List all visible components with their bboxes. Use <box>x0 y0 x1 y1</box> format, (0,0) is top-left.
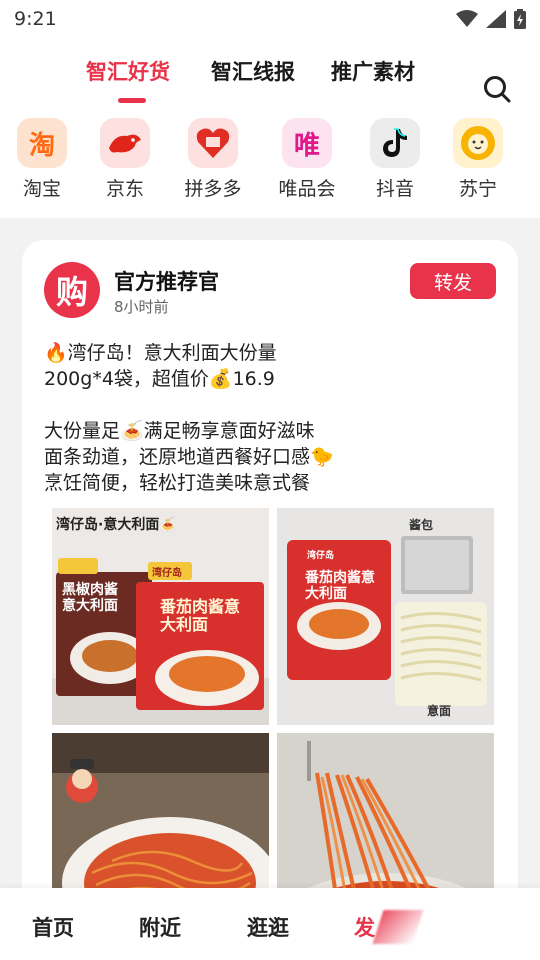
search-icon[interactable] <box>482 74 512 104</box>
douyin-icon <box>370 118 420 168</box>
package-title: 番茄肉酱意大利面 <box>160 597 241 634</box>
package-title: 番茄肉酱意大利面 <box>305 570 375 602</box>
post-line: 200g*4袋，超值价💰16.9 <box>44 368 275 390</box>
vipshop-icon: 唯 <box>282 118 332 168</box>
platform-jd[interactable]: 京东 <box>88 118 162 201</box>
product-image-2[interactable]: 番茄肉酱意大利面 湾仔岛 酱包 意面 <box>277 508 494 725</box>
post-line: 面条劲道，还原地道西餐好口感🐤 <box>44 446 334 468</box>
active-tab-indicator <box>118 98 146 103</box>
platform-label: 淘宝 <box>22 178 61 200</box>
post-content: 🔥湾仔岛！意大利面大份量 200g*4袋，超值价💰16.9 大份量足🍝满足畅享意… <box>44 340 504 496</box>
platform-label: 京东 <box>105 178 144 200</box>
nav-home[interactable]: 首页 <box>32 912 74 942</box>
tab-deal-news[interactable]: 智汇线报 <box>211 56 295 86</box>
pinduoduo-icon <box>188 118 238 168</box>
platform-taobao[interactable]: 淘 淘宝 <box>5 118 79 201</box>
noodle-tag: 意面 <box>427 704 452 718</box>
platform-pinduoduo[interactable]: 拼多多 <box>176 118 250 201</box>
status-bar: 9:21 <box>0 0 540 38</box>
platform-label: 唯品会 <box>278 178 336 200</box>
platform-vipshop[interactable]: 唯 唯品会 <box>270 118 344 201</box>
platform-douyin[interactable]: 抖音 <box>358 118 432 201</box>
platform-suning[interactable]: 苏宁 <box>441 118 515 201</box>
top-tabs: 智汇好货 智汇线报 推广素材 <box>0 56 540 103</box>
platform-row: 淘 淘宝 京东 拼多多 唯 唯品会 抖音 苏宁 <box>0 118 540 204</box>
post-line: 大份量足🍝满足畅享意面好滋味 <box>44 420 315 442</box>
status-time: 9:21 <box>14 8 57 30</box>
platform-label: 抖音 <box>375 178 414 200</box>
taobao-icon: 淘 <box>17 118 67 168</box>
tab-promo-materials[interactable]: 推广素材 <box>331 56 415 86</box>
nav-browse[interactable]: 逛逛 <box>247 912 289 942</box>
package-title: 黑椒肉酱意大利面 <box>62 582 118 614</box>
author-name: 官方推荐官 <box>114 270 219 294</box>
image-caption: 湾仔岛·意大利面🍝 <box>56 517 177 533</box>
suning-lion-icon <box>453 118 503 168</box>
nav-publish[interactable]: 发 <box>354 912 375 942</box>
battery-icon <box>514 9 526 29</box>
signal-icon <box>486 10 506 28</box>
post-time: 8小时前 <box>114 298 169 316</box>
tab-good-products[interactable]: 智汇好货 <box>86 56 170 86</box>
system-icons <box>456 9 526 29</box>
post-line: 烹饪简便，轻松打造美味意式餐 <box>44 472 311 494</box>
platform-label: 苏宁 <box>458 178 497 200</box>
nav-nearby[interactable]: 附近 <box>139 912 181 942</box>
brand-label: 湾仔岛 <box>152 568 182 579</box>
platform-label: 拼多多 <box>184 178 242 200</box>
wifi-icon <box>456 10 478 27</box>
avatar: 购 <box>44 262 100 318</box>
jd-dog-icon <box>100 118 150 168</box>
brand-label: 湾仔岛 <box>307 551 335 561</box>
share-button[interactable]: 转发 <box>410 263 496 299</box>
post-line: 🔥湾仔岛！意大利面大份量 <box>44 342 277 364</box>
product-image-1[interactable]: 湾仔岛·意大利面🍝 黑椒肉酱意大利面 番茄肉酱意大利面 湾仔岛 <box>52 508 269 725</box>
post-card: 购 官方推荐官 8小时前 转发 🔥湾仔岛！意大利面大份量 200g*4袋，超值价… <box>22 240 518 940</box>
nav-active-highlight <box>372 910 424 944</box>
header: 智汇好货 智汇线报 推广素材 淘 淘宝 京东 拼多多 唯 唯品会 抖音 苏宁 <box>0 38 540 218</box>
sauce-tag: 酱包 <box>409 518 434 532</box>
bottom-nav: 首页 附近 逛逛 发 <box>0 888 540 960</box>
